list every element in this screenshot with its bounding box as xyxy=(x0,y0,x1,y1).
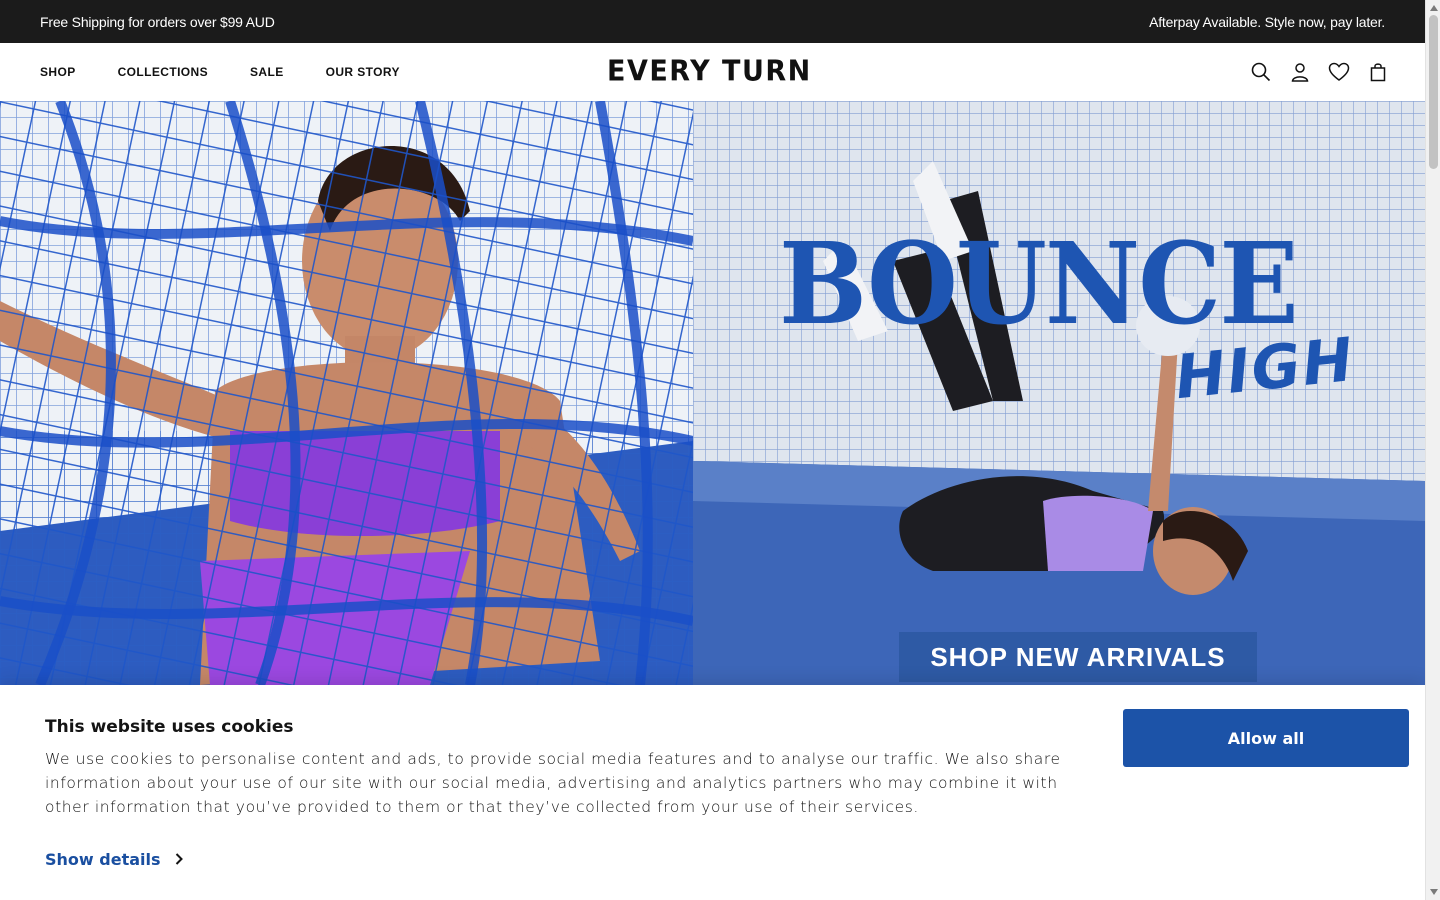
search-icon[interactable] xyxy=(1250,61,1272,83)
hero-banner[interactable]: BOUNCE HIGH SHOP NEW ARRIVALS xyxy=(0,101,1425,685)
scroll-up-arrow-icon[interactable] xyxy=(1429,3,1438,13)
main-nav: SHOP COLLECTIONS SALE OUR STORY xyxy=(40,43,442,101)
scroll-down-arrow-icon[interactable] xyxy=(1429,887,1438,897)
show-details-label: Show details xyxy=(45,850,161,869)
account-icon[interactable] xyxy=(1289,61,1311,83)
announcement-afterpay-text: Afterpay Available. Style now, pay later… xyxy=(1149,13,1385,30)
page: Free Shipping for orders over $99 AUD Af… xyxy=(0,0,1425,900)
cookie-title: This website uses cookies xyxy=(45,717,294,737)
header-icons xyxy=(1233,43,1389,101)
allow-all-button[interactable]: Allow all xyxy=(1123,709,1409,767)
hero-headline: BOUNCE xyxy=(779,219,1299,350)
cart-bag-icon[interactable] xyxy=(1367,61,1389,83)
site-header: SHOP COLLECTIONS SALE OUR STORY EVERY TU… xyxy=(0,43,1425,101)
show-details-link[interactable]: Show details xyxy=(45,850,183,869)
nav-our-story[interactable]: OUR STORY xyxy=(326,65,400,79)
cookie-consent-banner: This website uses cookies We use cookies… xyxy=(0,685,1425,900)
cookie-description: We use cookies to personalise content an… xyxy=(45,750,1061,816)
nav-shop[interactable]: SHOP xyxy=(40,65,76,79)
net-and-model-illustration xyxy=(0,101,693,685)
shop-new-arrivals-button[interactable]: SHOP NEW ARRIVALS xyxy=(899,632,1257,682)
page-scrollbar[interactable] xyxy=(1425,0,1440,900)
brand-logo[interactable]: EVERY TURN xyxy=(607,57,819,86)
nav-collections[interactable]: COLLECTIONS xyxy=(118,65,208,79)
wishlist-heart-icon[interactable] xyxy=(1328,61,1350,83)
scrollbar-thumb[interactable] xyxy=(1429,15,1438,169)
hero-subheadline: HIGH xyxy=(1171,324,1359,414)
hero-photo-left xyxy=(0,101,693,685)
announcement-shipping-text: Free Shipping for orders over $99 AUD xyxy=(40,13,275,30)
announcement-bar: Free Shipping for orders over $99 AUD Af… xyxy=(0,0,1425,43)
nav-sale[interactable]: SALE xyxy=(250,65,284,79)
chevron-right-icon xyxy=(175,850,183,869)
hero-photo-right: BOUNCE HIGH SHOP NEW ARRIVALS xyxy=(693,101,1425,685)
